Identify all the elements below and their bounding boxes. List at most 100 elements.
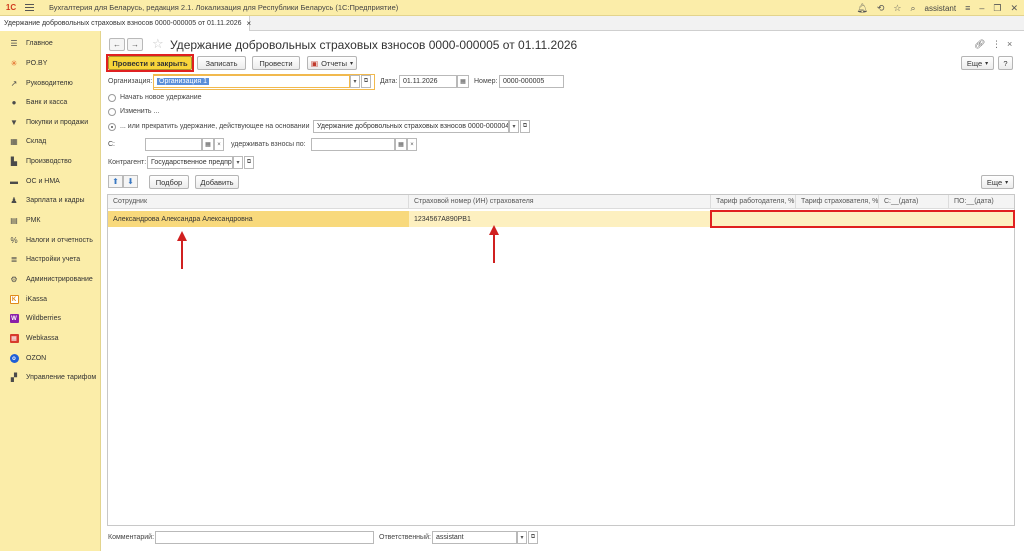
- link-icon[interactable]: 🔗︎: [974, 39, 985, 50]
- chevron-down-icon: ▾: [985, 60, 989, 67]
- search-icon[interactable]: ⌕: [910, 3, 915, 14]
- user-name[interactable]: assistant: [925, 4, 957, 13]
- sidebar-item-settings[interactable]: ≣ Настройки учета: [0, 250, 101, 269]
- add-row-button[interactable]: Добавить: [195, 175, 239, 189]
- close-tab-icon[interactable]: ×: [247, 19, 252, 28]
- column-employee[interactable]: Сотрудник: [108, 195, 409, 209]
- sidebar-item-ikassa[interactable]: KiKassa: [0, 290, 101, 309]
- basis-dropdown-button[interactable]: ▾: [509, 120, 519, 133]
- number-field[interactable]: 0000-000005: [499, 75, 564, 88]
- main-menu-icon[interactable]: [25, 0, 39, 16]
- sidebar-item-bank[interactable]: ● Банк и касса: [0, 93, 101, 112]
- until-calendar-button[interactable]: ▦: [395, 138, 407, 151]
- basis-document-field[interactable]: Удержание добровольных страховых взносов…: [313, 120, 509, 133]
- until-date-field[interactable]: [311, 138, 395, 151]
- chevron-down-icon: ▾: [1005, 179, 1009, 186]
- until-clear-button[interactable]: ×: [407, 138, 417, 151]
- sidebar-item-purchases[interactable]: ▼ Покупки и продажи: [0, 113, 101, 132]
- radio-change[interactable]: [108, 108, 116, 116]
- sidebar-item-production[interactable]: ▙ Производство: [0, 152, 101, 171]
- save-button[interactable]: Записать: [197, 56, 246, 70]
- basis-open-button[interactable]: ⧉: [520, 120, 530, 133]
- sidebar-item-assets[interactable]: ▬ ОС и НМА: [0, 172, 101, 191]
- help-button[interactable]: ?: [998, 56, 1013, 70]
- more-vertical-icon[interactable]: ⋮: [992, 39, 1001, 50]
- date-field[interactable]: 01.11.2026: [399, 75, 457, 88]
- comment-field[interactable]: [155, 531, 374, 544]
- open-link-icon: ⧉: [522, 123, 528, 129]
- sidebar-item-rmk[interactable]: ▤ РМК: [0, 211, 101, 230]
- coin-icon: ●: [11, 98, 17, 107]
- date-label: Дата:: [380, 78, 398, 85]
- column-from-date[interactable]: С:__(дата): [879, 195, 949, 209]
- radio-change-label: Изменить ...: [120, 108, 160, 115]
- move-down-button[interactable]: ⬇: [123, 175, 138, 188]
- counterparty-label: Контрагент:: [108, 159, 147, 166]
- employees-table[interactable]: Сотрудник Страховой номер (ИН) страховат…: [107, 194, 1015, 526]
- page-title: Удержание добровольных страховых взносов…: [170, 38, 578, 52]
- counterparty-dropdown-button[interactable]: ▾: [233, 156, 243, 169]
- select-button[interactable]: Подбор: [149, 175, 189, 189]
- clear-icon: ×: [217, 141, 221, 148]
- back-button[interactable]: ←: [109, 38, 125, 51]
- calendar-icon: ▦: [398, 142, 404, 148]
- column-to-date[interactable]: ПО:__(дата): [949, 195, 1014, 209]
- from-date-field[interactable]: [145, 138, 202, 151]
- counterparty-field[interactable]: Государственное предпр: [147, 156, 233, 169]
- factory-icon: ▙: [10, 157, 18, 166]
- title-bar: 1С Бухгалтерия для Беларусь, редакция 2.…: [0, 0, 1024, 16]
- settings-menu-icon[interactable]: ≡: [965, 3, 970, 13]
- from-clear-button[interactable]: ×: [214, 138, 224, 151]
- ikassa-icon: K: [9, 295, 19, 305]
- grid-icon: ▞: [10, 373, 18, 382]
- cell-insurance-number[interactable]: 1234567A890PB1: [409, 211, 711, 227]
- highlight-rate-cells: [710, 210, 1015, 228]
- sidebar-item-taxes[interactable]: % Налоги и отчетность: [0, 231, 101, 250]
- column-insurer-rate[interactable]: Тариф страхователя, %: [796, 195, 879, 209]
- close-form-icon[interactable]: ×: [1007, 39, 1012, 49]
- reports-button[interactable]: ▣ Отчеты ▾: [307, 56, 357, 70]
- document-form: ← → ☆ Удержание добровольных страховых в…: [101, 31, 1024, 551]
- responsible-field[interactable]: assistant: [432, 531, 517, 544]
- chevron-down-icon: ▾: [236, 160, 240, 166]
- radio-stop-withholding[interactable]: [108, 123, 116, 131]
- column-employer-rate[interactable]: Тариф работодателя, %: [711, 195, 796, 209]
- person-icon: ♟: [10, 196, 18, 205]
- sidebar-item-admin[interactable]: ⚙ Администрирование: [0, 270, 101, 289]
- sidebar-item-warehouse[interactable]: ▦ Склад: [0, 132, 101, 151]
- forward-button[interactable]: →: [127, 38, 143, 51]
- annotation-arrow-insurance-number: [489, 225, 499, 263]
- responsible-open-button[interactable]: ⧉: [528, 531, 538, 544]
- responsible-dropdown-button[interactable]: ▾: [517, 531, 527, 544]
- from-calendar-button[interactable]: ▦: [202, 138, 214, 151]
- sidebar-item-ozon[interactable]: o OZON: [0, 349, 101, 368]
- annotation-arrow-employee: [177, 231, 187, 269]
- sidebar-item-webkassa[interactable]: ▦ Webkassa: [0, 329, 101, 348]
- sidebar-item-wildberries[interactable]: W Wildberries: [0, 309, 101, 328]
- chevron-down-icon: ▾: [512, 124, 516, 130]
- tab-document[interactable]: Удержание добровольных страховых взносов…: [0, 16, 252, 31]
- open-windows-bar: Удержание добровольных страховых взносов…: [0, 16, 1024, 31]
- radio-new-withholding[interactable]: [108, 94, 116, 102]
- restore-icon[interactable]: ❐: [993, 3, 1001, 14]
- more-button[interactable]: Еще ▾: [961, 56, 994, 70]
- sidebar-item-tariff[interactable]: ▞ Управление тарифом: [0, 368, 101, 387]
- table-more-button[interactable]: Еще ▾: [981, 175, 1014, 189]
- sidebar-item-manager[interactable]: ↗ Руководителю: [0, 74, 101, 93]
- counterparty-open-button[interactable]: ⧉: [244, 156, 254, 169]
- post-button[interactable]: Провести: [252, 56, 300, 70]
- column-insurance-number[interactable]: Страховой номер (ИН) страхователя: [409, 195, 711, 209]
- from-date-label: С:: [108, 141, 115, 148]
- move-up-button[interactable]: ⬆: [108, 175, 123, 188]
- favorites-star-icon[interactable]: ☆: [893, 3, 901, 14]
- minimize-icon[interactable]: –: [979, 3, 984, 13]
- sidebar-item-poby[interactable]: ✳ PO.BY: [0, 54, 101, 73]
- favorite-star-icon[interactable]: ☆: [152, 36, 164, 52]
- close-window-icon[interactable]: ✕: [1010, 3, 1018, 14]
- cell-employee[interactable]: Александрова Александра Александровна: [108, 211, 409, 227]
- calendar-button[interactable]: ▦: [457, 75, 469, 88]
- bell-icon[interactable]: 🔔︎: [856, 3, 867, 14]
- sidebar-item-main[interactable]: ☰ Главное: [0, 34, 101, 53]
- history-icon[interactable]: ⟲: [877, 3, 885, 14]
- sidebar-item-salary[interactable]: ♟ Зарплата и кадры: [0, 191, 101, 210]
